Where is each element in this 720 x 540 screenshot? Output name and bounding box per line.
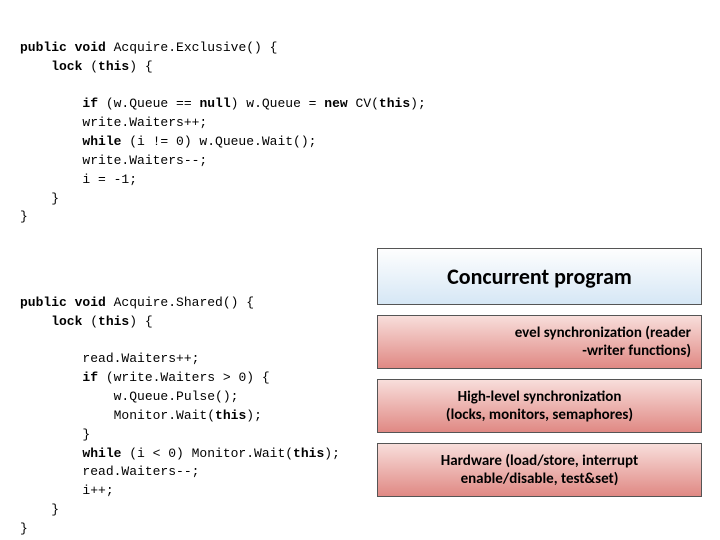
kw-this: this: [98, 314, 129, 329]
kw-new: new: [324, 96, 355, 111]
kw-this: this: [293, 446, 324, 461]
kw-this: this: [98, 59, 129, 74]
layer-partial-line1: evel synchronization (reader: [515, 324, 691, 342]
kw-null: null: [199, 96, 230, 111]
layer-partial-line2: -writer functions): [582, 342, 691, 360]
layer-hw-line1: Hardware (load/store, interrupt: [441, 452, 638, 470]
code-acquire-exclusive: public void Acquire.Exclusive() { lock (…: [20, 20, 426, 227]
layer-hw-line2: enable/disable, test&set): [461, 470, 619, 488]
kw-this: this: [215, 408, 246, 423]
code-acquire-shared: public void Acquire.Shared() { lock (thi…: [20, 275, 340, 539]
kw-public-void: public void: [20, 295, 114, 310]
kw-while: while: [20, 446, 129, 461]
layer-title-text: Concurrent program: [447, 263, 632, 290]
kw-lock: lock: [20, 314, 90, 329]
kw-public-void: public void: [20, 40, 114, 55]
layer-high-line2: (locks, monitors, semaphores): [446, 406, 633, 424]
layer-concurrent-program: Concurrent program: [377, 248, 702, 305]
kw-lock: lock: [20, 59, 90, 74]
layer-high-line1: High-level synchronization: [458, 388, 622, 406]
kw-while: while: [20, 134, 129, 149]
kw-if: if: [20, 96, 106, 111]
layer-hardware: Hardware (load/store, interrupt enable/d…: [377, 443, 702, 497]
layer-high-level-sync: High-level synchronization (locks, monit…: [377, 379, 702, 433]
layer-partial-sync: evel synchronization (reader -writer fun…: [377, 315, 702, 369]
kw-this: this: [379, 96, 410, 111]
synchronization-layers: Concurrent program evel synchronization …: [377, 248, 702, 497]
kw-if: if: [20, 370, 106, 385]
